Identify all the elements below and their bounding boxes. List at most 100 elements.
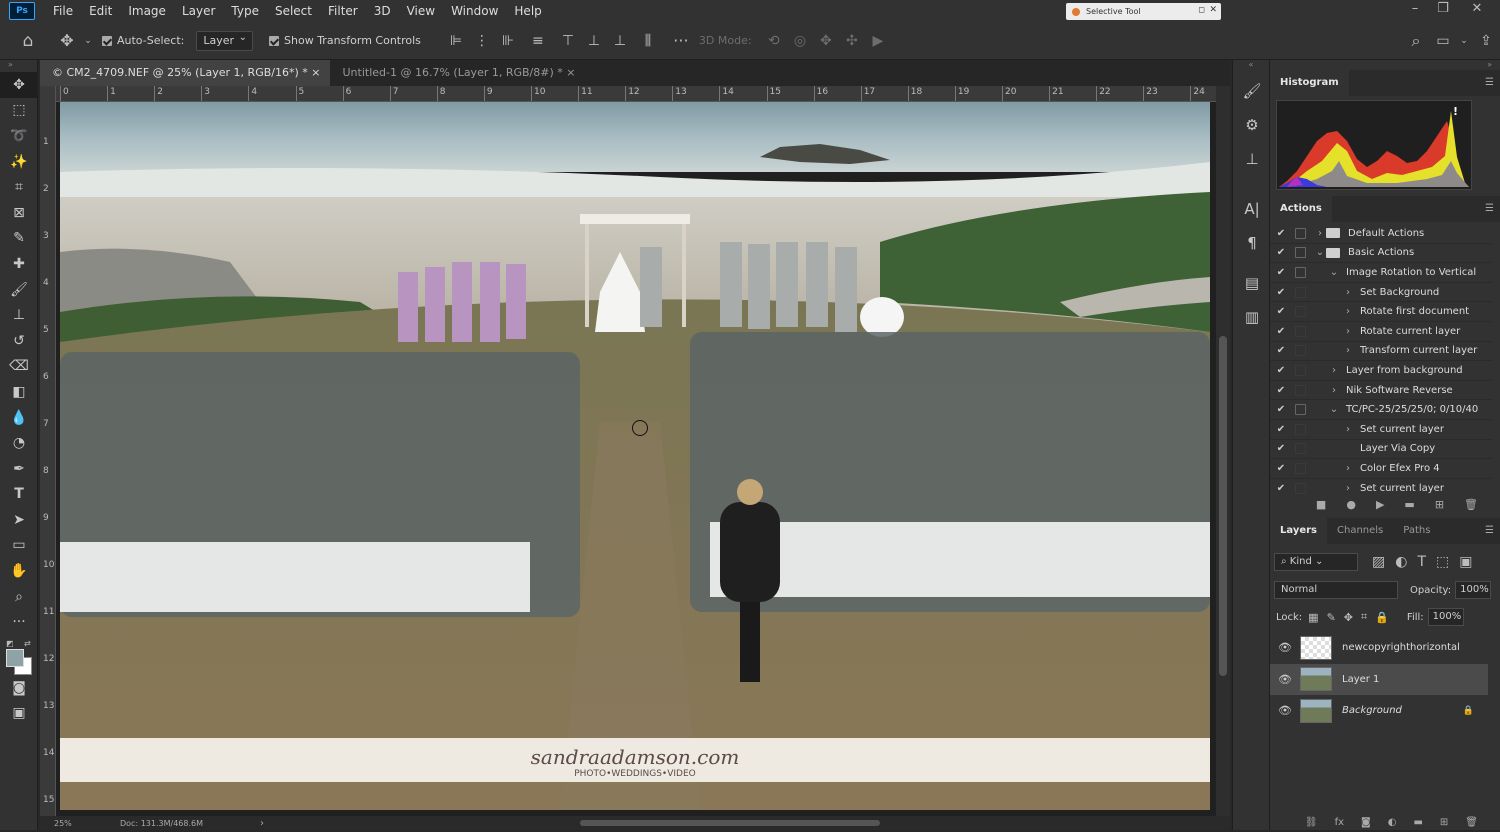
action-row[interactable]: ✔ Layer Via Copy [1270,440,1492,460]
dialog-toggle-icon[interactable] [1295,404,1306,416]
clone-source-icon[interactable]: ⊥ [1233,142,1271,176]
filter-smart-icon[interactable]: ▣ [1459,554,1472,570]
lock-transparent-icon[interactable]: ▦ [1308,611,1318,624]
twirl-icon[interactable]: › [1314,228,1326,239]
align-middle-icon[interactable]: ⊥ [581,33,607,49]
adjustments-icon[interactable]: ⚙ [1233,108,1271,142]
action-row[interactable]: ✔ › Rotate current layer [1270,322,1492,342]
layer-row[interactable]: 👁 newcopyrighthorizontal [1270,632,1488,663]
action-row[interactable]: ✔ ⌄ TC/PC-25/25/25/0; 0/10/40 [1270,400,1492,420]
action-row[interactable]: ✔ › Default Actions [1270,224,1492,244]
lock-icon[interactable]: 🔒 [1463,706,1474,716]
move-tool-icon[interactable]: ✥ [0,72,38,98]
group-icon[interactable]: ▬ [1413,817,1422,828]
dialog-toggle-icon[interactable] [1295,247,1306,259]
kind-dropdown[interactable]: ⌕ Kind ⌄ [1274,553,1358,571]
check-icon[interactable]: ✔ [1276,326,1286,337]
clipping-warning-icon[interactable]: ! [1453,105,1458,118]
check-icon[interactable]: ✔ [1276,287,1286,298]
check-icon[interactable]: ✔ [1276,345,1286,356]
action-row[interactable]: ✔ ⌄ Basic Actions [1270,244,1492,264]
delete-icon[interactable]: 🗑 [1464,498,1478,511]
align-right-icon[interactable]: ⊪ [495,33,521,49]
eraser-icon[interactable]: ⌫ [0,354,38,380]
new-action-icon[interactable]: ⊞ [1435,498,1444,511]
eyedropper-icon[interactable]: ✎ [0,226,38,252]
horizontal-scrollbar[interactable] [580,820,880,826]
panel-menu-icon[interactable]: ☰ [1485,203,1494,214]
twirl-icon[interactable]: › [1342,306,1354,317]
close-window-button[interactable]: ✕ [1462,0,1492,22]
menu-type[interactable]: Type [223,0,267,22]
character-icon[interactable]: A| [1233,192,1271,226]
check-icon[interactable]: ✔ [1276,306,1286,317]
panel-collapse-icon[interactable]: « [1233,60,1269,74]
check-icon[interactable]: ✔ [1276,443,1286,454]
lock-pixels-icon[interactable]: ✎ [1327,611,1336,624]
notes-icon[interactable]: ▥ [1233,300,1271,334]
menu-3d[interactable]: 3D [366,0,399,22]
close-icon[interactable]: ✕ [1209,5,1217,15]
check-icon[interactable]: ✔ [1276,404,1286,415]
menu-filter[interactable]: Filter [320,0,366,22]
check-icon[interactable]: ✔ [1276,365,1286,376]
blend-mode-dropdown[interactable]: Normal [1274,581,1398,599]
twirl-icon[interactable]: › [1328,365,1340,376]
action-row[interactable]: ✔ ⌄ Image Rotation to Vertical [1270,263,1492,283]
brush-settings-icon[interactable]: 🖌 [1233,74,1271,108]
lock-position-icon[interactable]: ✥ [1344,611,1353,624]
link-icon[interactable]: ⛓ [1305,817,1318,828]
clone-stamp-icon[interactable]: ⊥ [0,302,38,328]
auto-select-dropdown[interactable]: Layer [196,30,254,51]
dialog-toggle-icon[interactable] [1295,227,1306,239]
visibility-eye-icon[interactable]: 👁 [1270,704,1300,717]
action-row[interactable]: ✔ › Set Background [1270,283,1492,303]
menu-select[interactable]: Select [267,0,320,22]
layer-row[interactable]: 👁 Background 🔒 [1270,695,1488,726]
align-left-icon[interactable]: ⊫ [443,33,469,49]
new-layer-icon[interactable]: ⊞ [1440,817,1448,828]
lock-all-icon[interactable]: 🔒 [1375,611,1389,624]
chevron-right-icon[interactable]: › [260,818,264,829]
blur-tool-icon[interactable]: 💧 [0,405,38,431]
dialog-toggle-icon[interactable] [1295,443,1306,455]
brush-tool-icon[interactable]: 🖌 [0,277,38,303]
show-transform-checkbox[interactable]: Show Transform Controls [269,34,421,47]
filter-shape-icon[interactable]: ⬚ [1436,554,1449,570]
twirl-icon[interactable]: ⌄ [1328,404,1340,415]
check-icon[interactable]: ✔ [1276,424,1286,435]
tab-histogram[interactable]: Histogram [1270,70,1349,96]
history-brush-icon[interactable]: ↺ [0,328,38,354]
gradient-tool-icon[interactable]: ◧ [0,379,38,405]
dialog-toggle-icon[interactable] [1295,306,1306,318]
minimize-window-button[interactable]: – [1400,0,1430,22]
crop-tool-icon[interactable]: ⌗ [0,174,38,200]
swap-colors-icon[interactable]: ⇄ [24,639,31,648]
align-bottom-icon[interactable]: ⊥ [607,33,633,49]
menu-edit[interactable]: Edit [81,0,120,22]
chevron-down-icon[interactable]: ⌄ [78,36,98,46]
delete-icon[interactable]: 🗑 [1465,817,1478,828]
restore-window-button[interactable]: ❐ [1428,0,1458,22]
adjustment-layer-icon[interactable]: ◐ [1388,817,1397,828]
distribute-vertical-icon[interactable]: ⫼ [633,33,663,49]
more-icon[interactable]: ··· [663,31,699,50]
magic-wand-icon[interactable]: ✨ [0,149,38,175]
menu-window[interactable]: Window [443,0,506,22]
close-icon[interactable]: × [311,66,320,79]
record-icon[interactable]: ● [1346,498,1356,511]
twirl-icon[interactable]: ⌄ [1328,267,1340,278]
foreground-color-swatch[interactable] [6,649,24,668]
dialog-toggle-icon[interactable] [1295,364,1306,376]
filter-adjustment-icon[interactable]: ◐ [1395,554,1407,570]
new-set-icon[interactable]: ▬ [1404,498,1414,511]
twirl-icon[interactable]: › [1342,326,1354,337]
check-icon[interactable]: ✔ [1276,385,1286,396]
panel-collapse-icon[interactable]: » [0,60,37,72]
color-swatches[interactable]: ◩ ⇄ [0,635,37,676]
action-row[interactable]: ✔ › Layer from background [1270,361,1492,381]
type-tool-icon[interactable]: T [0,482,38,508]
panel-expand-icon[interactable]: » [1270,60,1500,70]
properties-icon[interactable]: ▤ [1233,266,1271,300]
menu-view[interactable]: View [399,0,443,22]
